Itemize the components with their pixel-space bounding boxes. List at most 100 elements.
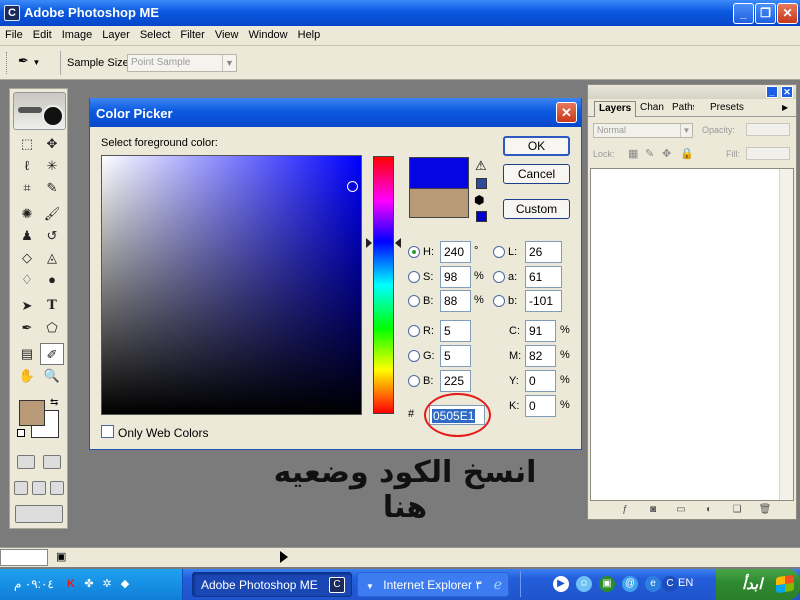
- dialog-close-button[interactable]: ✕: [556, 102, 577, 123]
- menu-filter[interactable]: Filter: [175, 26, 209, 41]
- lasso-tool-icon[interactable]: ℓ: [15, 155, 39, 177]
- close-button[interactable]: ✕: [777, 3, 798, 24]
- zoom-field[interactable]: [0, 549, 48, 566]
- brush-tool-icon[interactable]: 🖌: [40, 203, 64, 225]
- menu-select[interactable]: Select: [135, 26, 176, 41]
- clone-stamp-icon[interactable]: ♟: [15, 225, 39, 247]
- volume-tray-icon[interactable]: ◆: [118, 577, 132, 591]
- healing-brush-icon[interactable]: ✺: [15, 203, 39, 225]
- panel-minimize-button[interactable]: _: [766, 86, 778, 98]
- red-radio[interactable]: [408, 325, 420, 337]
- paint-bucket-icon[interactable]: ◬: [40, 247, 64, 269]
- green-radio[interactable]: [408, 350, 420, 362]
- crop-tool-icon[interactable]: ⌗: [15, 177, 39, 199]
- restore-button[interactable]: ❐: [755, 3, 776, 24]
- lock-transparent-icon[interactable]: ▦: [628, 147, 638, 160]
- red-input[interactable]: 5: [440, 320, 471, 342]
- panel-close-button[interactable]: ✕: [781, 86, 793, 98]
- zoom-tool-icon[interactable]: 🔍: [40, 365, 64, 387]
- status-menu-arrow-icon[interactable]: [280, 551, 288, 563]
- default-colors-icon[interactable]: [17, 429, 25, 437]
- only-web-colors-label[interactable]: Only Web Colors: [118, 426, 208, 440]
- green-input[interactable]: 5: [440, 345, 471, 367]
- hue-slider-left-arrow-icon[interactable]: [366, 238, 372, 248]
- new-layer-icon[interactable]: ❏: [730, 503, 744, 516]
- hue-radio[interactable]: [408, 246, 420, 258]
- menu-layer[interactable]: Layer: [97, 26, 135, 41]
- lock-position-icon[interactable]: ✥: [662, 147, 671, 160]
- screen-mode-full-icon[interactable]: [50, 481, 64, 495]
- pen-tool-icon[interactable]: ✒: [15, 317, 39, 339]
- fill-field[interactable]: [746, 147, 790, 160]
- eraser-icon[interactable]: ◇: [15, 247, 39, 269]
- photoshop-app-icon[interactable]: C: [4, 5, 20, 21]
- quick-mask-icon[interactable]: [43, 455, 61, 469]
- dodge-tool-icon[interactable]: ●: [40, 269, 64, 291]
- layers-list[interactable]: [590, 168, 794, 501]
- magenta-input[interactable]: 82: [525, 345, 556, 367]
- hue-input[interactable]: 240: [440, 241, 471, 263]
- opacity-field[interactable]: [746, 123, 790, 136]
- foreground-color-swatch[interactable]: [19, 400, 45, 426]
- blue-radio[interactable]: [408, 375, 420, 387]
- tab-layers[interactable]: Layers: [594, 101, 637, 117]
- eyedropper-preset-icon[interactable]: ✒ ▼: [18, 53, 58, 73]
- messenger-quick-icon[interactable]: ☺: [576, 576, 592, 592]
- custom-button[interactable]: Custom: [503, 199, 570, 219]
- type-tool-icon[interactable]: T: [40, 295, 64, 317]
- magic-wand-icon[interactable]: ✳: [40, 155, 64, 177]
- black-input[interactable]: 0: [525, 395, 556, 417]
- lightness-radio[interactable]: [493, 246, 505, 258]
- language-indicator[interactable]: EN: [678, 577, 693, 589]
- messenger-tray-icon[interactable]: ✤: [82, 577, 96, 591]
- standard-mode-icon[interactable]: [17, 455, 35, 469]
- lock-all-icon[interactable]: 🔒: [680, 147, 694, 160]
- gamut-color-swatch[interactable]: [476, 178, 487, 189]
- minimize-button[interactable]: _: [733, 3, 754, 24]
- current-color-preview[interactable]: [409, 188, 469, 218]
- web-safe-color-swatch[interactable]: [476, 211, 487, 222]
- history-brush-icon[interactable]: ↺: [40, 225, 64, 247]
- antivirus-tray-icon[interactable]: K: [64, 577, 78, 591]
- taskbar-item-internet-explorer[interactable]: ▼ Internet Explorer ٣ ℯ: [357, 572, 509, 597]
- gamut-warning-icon[interactable]: ⚠: [475, 158, 487, 174]
- swap-colors-icon[interactable]: ⇆: [50, 397, 58, 408]
- tab-paths[interactable]: Paths: [668, 101, 694, 117]
- hue-slider[interactable]: [373, 156, 394, 414]
- cyan-input[interactable]: 91: [525, 320, 556, 342]
- marquee-tool-icon[interactable]: ⬚: [15, 133, 39, 155]
- tab-channels[interactable]: Channels: [636, 101, 664, 117]
- menu-help[interactable]: Help: [293, 26, 326, 41]
- menu-window[interactable]: Window: [244, 26, 293, 41]
- jump-to-imageready-icon[interactable]: [15, 505, 63, 523]
- b-channel-input[interactable]: -101: [525, 290, 562, 312]
- tray-clock[interactable]: ٠٩:٠٤ م: [14, 577, 54, 591]
- eyedropper-icon[interactable]: ✐: [40, 343, 64, 365]
- only-web-colors-checkbox[interactable]: [101, 425, 114, 438]
- slice-tool-icon[interactable]: ✎: [40, 177, 64, 199]
- hand-tool-icon[interactable]: ✋: [15, 365, 39, 387]
- sample-size-select[interactable]: Point Sample ▼: [127, 54, 237, 72]
- screen-mode-standard-icon[interactable]: [14, 481, 28, 495]
- ok-button[interactable]: OK: [503, 136, 570, 156]
- b-channel-radio[interactable]: [493, 295, 505, 307]
- blue-input[interactable]: 225: [440, 370, 471, 392]
- saturation-input[interactable]: 98: [440, 266, 471, 288]
- blend-mode-select[interactable]: Normal ▼: [593, 123, 693, 138]
- media-player-icon[interactable]: ▶: [553, 576, 569, 592]
- desktop-quick-icon[interactable]: ▣: [599, 576, 615, 592]
- menu-image[interactable]: Image: [57, 26, 98, 41]
- blur-tool-icon[interactable]: ♢: [15, 269, 39, 291]
- lock-image-icon[interactable]: ✎: [645, 147, 654, 160]
- start-button[interactable]: ابدأ: [716, 569, 800, 600]
- layers-scrollbar[interactable]: [779, 169, 793, 500]
- notes-tool-icon[interactable]: ▤: [15, 343, 39, 365]
- network-tray-icon[interactable]: ✲: [100, 577, 114, 591]
- menu-file[interactable]: File: [0, 26, 28, 41]
- web-safe-warning-icon[interactable]: ⬢: [474, 193, 484, 207]
- menu-edit[interactable]: Edit: [28, 26, 57, 41]
- a-channel-input[interactable]: 61: [525, 266, 562, 288]
- menu-view[interactable]: View: [210, 26, 244, 41]
- saturation-radio[interactable]: [408, 271, 420, 283]
- ie-quick-icon[interactable]: e: [645, 576, 661, 592]
